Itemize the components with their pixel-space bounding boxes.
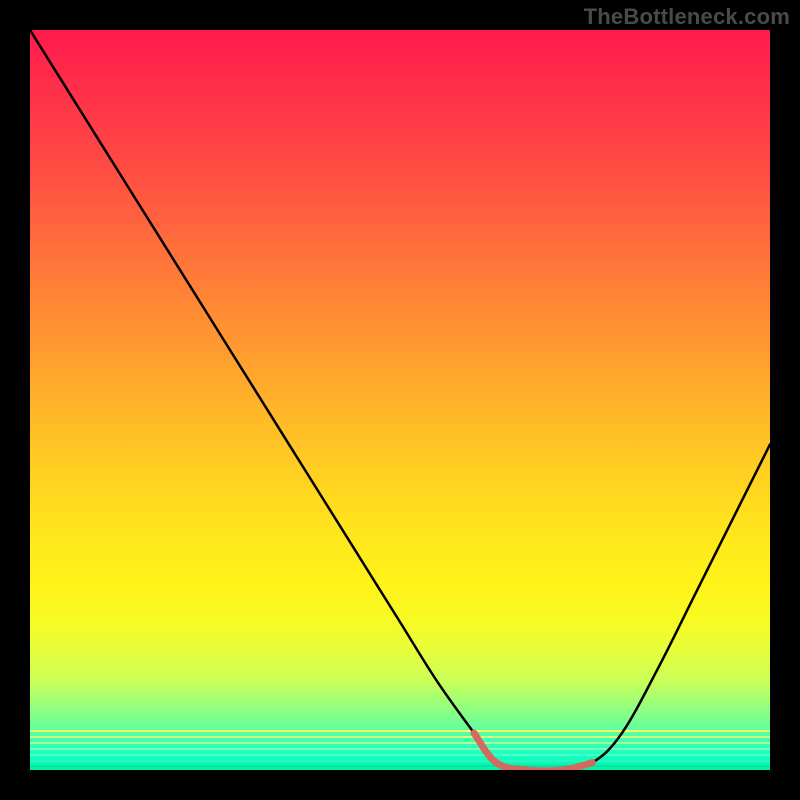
min-highlight [474, 733, 592, 770]
bottleneck-curve [30, 30, 770, 770]
curve-svg [30, 30, 770, 770]
watermark-text: TheBottleneck.com [584, 4, 790, 30]
plot-area [30, 30, 770, 770]
chart-frame: TheBottleneck.com [0, 0, 800, 800]
